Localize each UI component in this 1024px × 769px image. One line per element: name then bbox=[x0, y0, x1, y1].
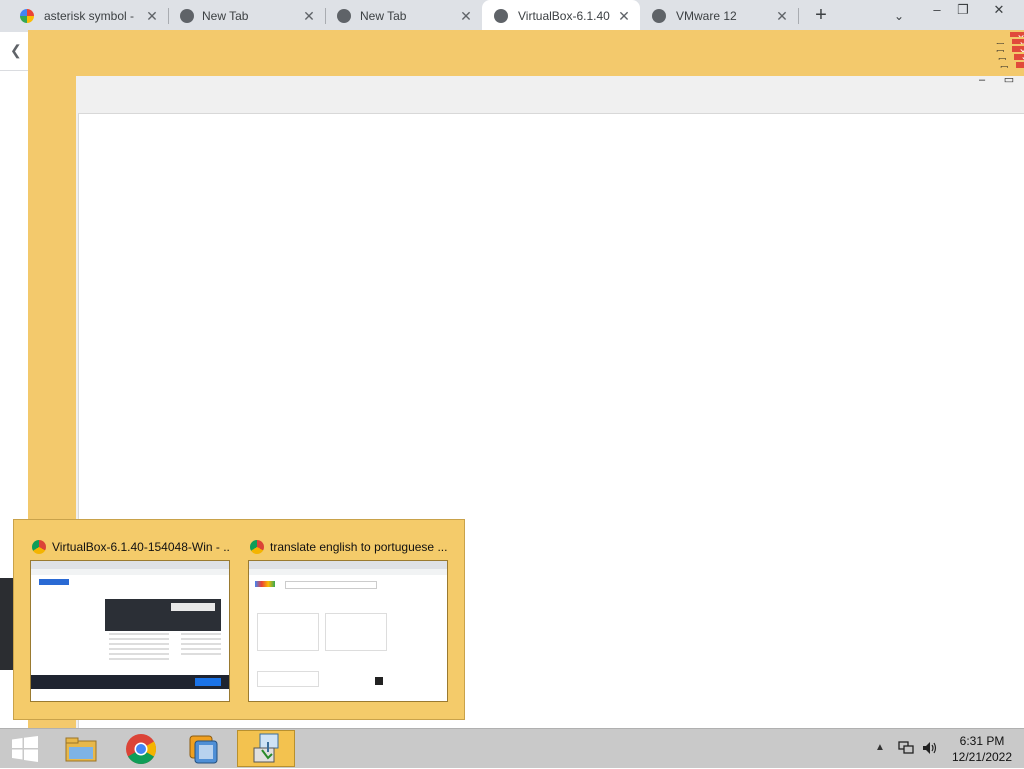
tab-close-icon[interactable]: ✕ bbox=[301, 0, 317, 32]
tab-search-button[interactable]: ⌄ bbox=[890, 0, 908, 32]
preview-text-block bbox=[109, 633, 169, 663]
chrome-newtab-icon bbox=[180, 9, 194, 23]
tab-title: VMware 12 bbox=[676, 9, 737, 23]
thumbnail-preview bbox=[248, 560, 448, 702]
google-icon bbox=[20, 9, 34, 23]
mediafire-logo bbox=[39, 579, 69, 585]
restore-button[interactable]: ❐ bbox=[946, 0, 980, 22]
taskbar-installer[interactable] bbox=[237, 730, 295, 767]
preview-source-box bbox=[257, 613, 319, 651]
tab-close-icon[interactable]: ✕ bbox=[458, 0, 474, 32]
browser-tab-strip: asterisk symbol - ✕ New Tab ✕ New Tab ✕ … bbox=[0, 0, 1024, 32]
taskbar-file-explorer[interactable] bbox=[52, 730, 110, 767]
folder-icon bbox=[65, 737, 97, 762]
system-clock[interactable]: 6:31 PM 12/21/2022 bbox=[944, 733, 1020, 765]
preview-target-box bbox=[325, 613, 387, 651]
preview-button bbox=[171, 603, 215, 611]
tab-title: New Tab bbox=[360, 9, 407, 23]
vmware-icon bbox=[189, 735, 218, 764]
tray-overflow-chevron-icon[interactable]: ▲ bbox=[875, 742, 885, 753]
tab-title: New Tab bbox=[202, 9, 249, 23]
back-arrow-icon[interactable]: ❮ bbox=[10, 42, 22, 59]
installer-icon bbox=[253, 733, 279, 763]
chrome-newtab-icon bbox=[337, 9, 351, 23]
tab-close-icon[interactable]: ✕ bbox=[616, 0, 632, 32]
preview-addressbar bbox=[31, 569, 229, 575]
tab-close-icon[interactable]: ✕ bbox=[144, 0, 160, 32]
clock-time: 6:31 PM bbox=[959, 734, 1005, 748]
mouse-cursor-icon bbox=[375, 677, 383, 685]
network-icon[interactable] bbox=[897, 740, 915, 756]
chrome-icon bbox=[126, 734, 157, 765]
new-tab-button[interactable]: + bbox=[810, 0, 832, 32]
globe-icon bbox=[494, 9, 508, 23]
start-button[interactable] bbox=[0, 729, 50, 769]
preview-tabbar bbox=[249, 561, 447, 569]
preview-text-block bbox=[181, 633, 221, 657]
google-logo bbox=[255, 581, 275, 587]
thumbnail-preview bbox=[30, 560, 230, 702]
taskbar-vmware[interactable] bbox=[174, 730, 232, 767]
preview-tabbar bbox=[31, 561, 229, 569]
window-maximize-button[interactable]: ▭ bbox=[1002, 74, 1016, 86]
tab-separator bbox=[798, 8, 799, 24]
tab-asterisk-symbol[interactable]: asterisk symbol - ✕ bbox=[0, 0, 168, 32]
taskbar-chrome[interactable] bbox=[112, 730, 170, 767]
windows-logo-icon bbox=[12, 736, 38, 762]
tab-vmware-12[interactable]: VMware 12 ✕ bbox=[640, 0, 798, 32]
globe-icon bbox=[652, 9, 666, 23]
thumbnail-title: VirtualBox-6.1.40-154048-Win - ... bbox=[52, 540, 230, 554]
thumbnail-virtualbox[interactable]: VirtualBox-6.1.40-154048-Win - ... bbox=[14, 520, 230, 720]
background-window-edge bbox=[0, 578, 14, 670]
thumbnail-translate[interactable]: translate english to portuguese ... bbox=[232, 520, 448, 720]
preview-result-box bbox=[257, 671, 319, 687]
preview-addressbar bbox=[249, 569, 447, 575]
tab-title: VirtualBox-6.1.40 bbox=[518, 9, 610, 23]
clock-date: 12/21/2022 bbox=[951, 750, 1013, 764]
window-minimize-button[interactable]: – bbox=[975, 74, 989, 86]
tab-close-icon[interactable]: ✕ bbox=[774, 0, 790, 32]
chrome-icon bbox=[32, 540, 46, 554]
tab-virtualbox[interactable]: VirtualBox-6.1.40 ✕ bbox=[482, 0, 640, 32]
close-button[interactable]: ✕ bbox=[982, 0, 1016, 22]
preview-accept-button bbox=[195, 678, 221, 686]
tab-new-tab-1[interactable]: New Tab ✕ bbox=[168, 0, 325, 32]
thumbnail-title: translate english to portuguese ... bbox=[270, 540, 448, 554]
taskbar-thumbnail-popup: VirtualBox-6.1.40-154048-Win - ... trans… bbox=[13, 519, 465, 720]
preview-search-box bbox=[285, 581, 377, 589]
chrome-icon bbox=[250, 540, 264, 554]
tab-title: asterisk symbol - bbox=[44, 9, 135, 23]
tab-new-tab-2[interactable]: New Tab ✕ bbox=[325, 0, 482, 32]
volume-icon[interactable] bbox=[921, 740, 939, 756]
taskbar: ▲ 6:31 PM 12/21/2022 bbox=[0, 728, 1024, 768]
